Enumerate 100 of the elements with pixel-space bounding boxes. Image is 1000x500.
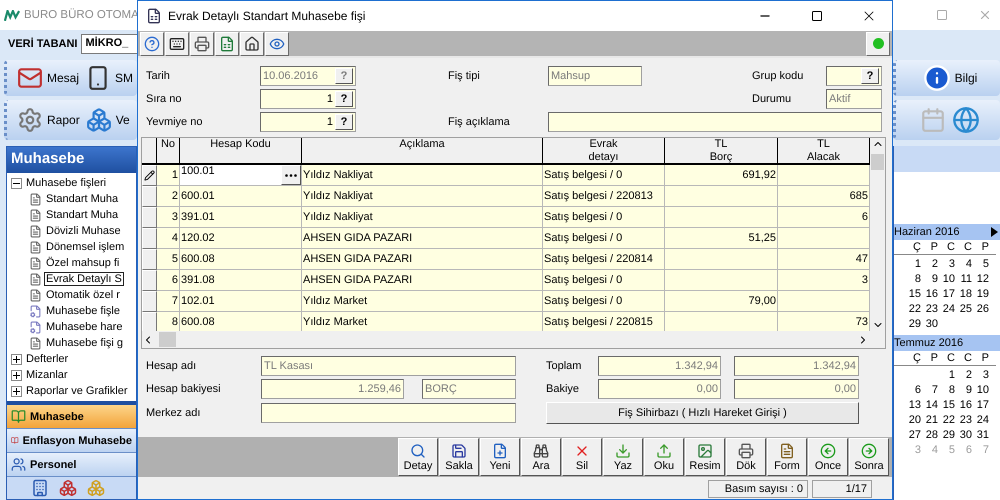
wizard-button[interactable]: Fiş Sihirbazı ( Hızlı Hareket Girişi ): [546, 402, 859, 424]
calendar-day[interactable]: 8: [904, 272, 921, 284]
toolbar-button[interactable]: Mesaj: [17, 65, 80, 91]
delete-button[interactable]: Sil: [562, 438, 602, 476]
search-button[interactable]: Ara: [521, 438, 561, 476]
toolbar-button[interactable]: Bilgi: [922, 64, 978, 92]
write-button[interactable]: Yaz: [603, 438, 643, 476]
building-icon[interactable]: [31, 479, 49, 497]
calendar-day[interactable]: 23: [921, 302, 938, 314]
previous-button[interactable]: Once: [808, 438, 848, 476]
calendar-day[interactable]: 10: [938, 272, 955, 284]
column-header[interactable]: Evrak detayı: [543, 138, 665, 165]
scrollbar-thumb[interactable]: [871, 154, 884, 170]
tree-item[interactable]: Muhasebe fişleri: [24, 176, 108, 190]
tree-item[interactable]: Mizanlar: [24, 368, 70, 382]
calendar-day[interactable]: 22: [938, 414, 955, 426]
calendar-day[interactable]: 2: [955, 368, 972, 380]
toolbar-button[interactable]: [265, 32, 289, 56]
detail-button[interactable]: Detay: [398, 438, 438, 476]
calendar-day[interactable]: 30: [955, 428, 972, 440]
tree-item[interactable]: Standart Muha: [44, 208, 120, 222]
toolbar-button[interactable]: [165, 32, 189, 56]
globe-icon[interactable]: [952, 106, 980, 134]
calendar-day[interactable]: 25: [955, 302, 972, 314]
tree-item[interactable]: Dönemsel işlem: [44, 240, 126, 254]
status-button[interactable]: [866, 32, 890, 56]
calendar-day[interactable]: 15: [904, 288, 921, 300]
expand-icon[interactable]: [11, 370, 22, 380]
column-header[interactable]: TL Alacak: [778, 138, 870, 165]
input-field[interactable]: BORÇ: [422, 379, 516, 399]
calendar-day[interactable]: 3: [938, 258, 955, 270]
input-field[interactable]: 0,00: [734, 379, 859, 399]
calendar-day[interactable]: 26: [972, 302, 989, 314]
browse-button[interactable]: [281, 165, 301, 185]
input-field[interactable]: 1.342,94: [598, 356, 721, 376]
tree-item[interactable]: Evrak Detaylı S: [44, 272, 124, 286]
input-field[interactable]: 1 ?: [260, 112, 356, 132]
tree-item[interactable]: Otomatik özel r: [44, 288, 122, 302]
calendar-day[interactable]: 1: [938, 368, 955, 380]
calendar-day[interactable]: 15: [938, 398, 955, 410]
calendar-day[interactable]: 31: [972, 428, 989, 440]
input-field[interactable]: ?: [826, 66, 882, 86]
calendar-day[interactable]: 5: [972, 258, 989, 270]
calendar-day[interactable]: 4: [955, 258, 972, 270]
calendar-day[interactable]: 24: [972, 414, 989, 426]
tree-item[interactable]: Defterler: [24, 352, 70, 366]
calendar-day[interactable]: 12: [972, 272, 989, 284]
calendar-day[interactable]: 23: [955, 414, 972, 426]
calendar-day[interactable]: 27: [904, 428, 921, 440]
calendar-day[interactable]: 16: [921, 288, 938, 300]
new-button[interactable]: Yeni: [480, 438, 520, 476]
section-tab[interactable]: Personel: [7, 453, 136, 477]
expand-icon[interactable]: [11, 354, 22, 364]
save-button[interactable]: Sakla: [439, 438, 479, 476]
tree-item[interactable]: Muhasebe hare: [44, 320, 124, 334]
edit-field[interactable]: 100.01: [180, 165, 302, 186]
section-tab[interactable]: Enflasyon Muhasebe: [7, 429, 136, 453]
form-button[interactable]: Form: [767, 438, 807, 476]
calendar-day[interactable]: 3: [972, 368, 989, 380]
calendar-day[interactable]: 9: [921, 272, 938, 284]
column-header[interactable]: Hesap Kodu: [180, 138, 302, 165]
print-button[interactable]: Dök: [726, 438, 766, 476]
calendar-day[interactable]: 19: [972, 288, 989, 300]
input-field[interactable]: 1.342,94: [734, 356, 859, 376]
column-header[interactable]: Açıklama: [302, 138, 543, 165]
calendar-day[interactable]: 13: [904, 398, 921, 410]
tree-item[interactable]: Muhasebe fişle: [44, 304, 122, 318]
lookup-button[interactable]: ?: [335, 90, 353, 106]
lookup-button[interactable]: ?: [335, 114, 353, 130]
section-tab[interactable]: Muhasebe: [7, 405, 136, 429]
input-field[interactable]: 1 ?: [260, 88, 356, 108]
input-field[interactable]: 1.259,46: [261, 379, 404, 399]
tree-item[interactable]: Muhasebe fişi g: [44, 336, 126, 350]
calendar-day[interactable]: 20: [904, 414, 921, 426]
scrollbar-thumb[interactable]: [159, 332, 176, 347]
calendar-day[interactable]: 10: [972, 384, 989, 396]
calendar-day[interactable]: 24: [938, 302, 955, 314]
next-month-icon[interactable]: [991, 227, 998, 237]
toolbar-button[interactable]: [190, 32, 214, 56]
collapse-icon[interactable]: [11, 178, 22, 188]
input-field[interactable]: [548, 112, 882, 132]
tree-item[interactable]: Raporlar ve Grafikler: [24, 384, 130, 398]
calendar-day[interactable]: 16: [955, 398, 972, 410]
image-button[interactable]: Resim: [685, 438, 725, 476]
calendar-day[interactable]: 17: [938, 288, 955, 300]
calendar-day[interactable]: 21: [921, 414, 938, 426]
calendar-day[interactable]: 14: [921, 398, 938, 410]
row-indicator[interactable]: [142, 165, 157, 186]
calendar-day[interactable]: 29: [938, 428, 955, 440]
toolbar-button[interactable]: [240, 32, 264, 56]
input-field[interactable]: 0,00: [598, 379, 721, 399]
calendar-day[interactable]: 2: [921, 258, 938, 270]
lookup-button[interactable]: ?: [861, 68, 879, 84]
calendar-day[interactable]: 22: [904, 302, 921, 314]
tree-item[interactable]: Özel mahsup fi: [44, 256, 122, 270]
calendar-day[interactable]: 30: [921, 318, 938, 330]
calendar-day[interactable]: 1: [904, 258, 921, 270]
boxes-icon[interactable]: [59, 479, 77, 497]
calendar-day[interactable]: 28: [921, 428, 938, 440]
column-header[interactable]: TL Borç: [665, 138, 778, 165]
